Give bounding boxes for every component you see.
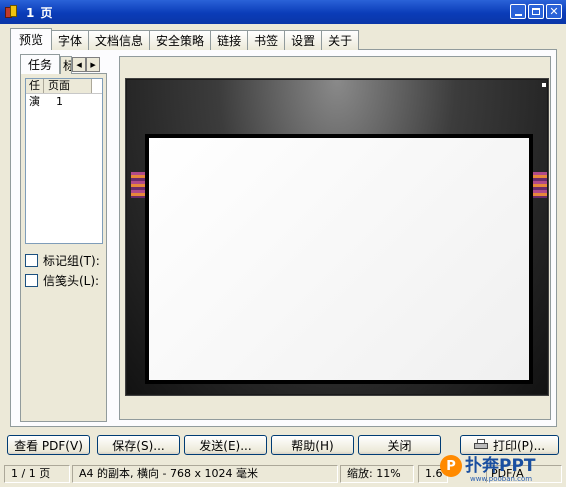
tab-about[interactable]: 关于	[321, 30, 360, 50]
page-preview	[125, 78, 549, 396]
logo-url: www.pooban.com	[470, 475, 533, 483]
markup-group-checkbox[interactable]	[25, 253, 38, 267]
status-paper: A4 的副本, 横向 - 768 x 1024 毫米	[72, 465, 338, 483]
minimize-button[interactable]	[510, 4, 526, 19]
close-icon: ✕	[549, 5, 559, 18]
slide-stripe-right	[531, 172, 547, 198]
subtab-hidden[interactable]: 标	[60, 56, 73, 74]
app-books-icon	[4, 4, 20, 20]
slide-corner	[542, 83, 546, 87]
status-zoom: 缩放: 11%	[340, 465, 414, 483]
title-bar: 1 页 ✕	[0, 0, 566, 24]
task-list[interactable]: 任 页面 演 1	[25, 78, 103, 244]
tab-links[interactable]: 链接	[210, 30, 249, 50]
tab-security[interactable]: 安全策略	[149, 30, 212, 50]
logo-badge-icon: P	[440, 455, 462, 477]
watermark-logo: P 扑奔PPT www.pooban.com	[440, 447, 564, 485]
subtab-task[interactable]: 任务	[20, 54, 61, 74]
minimize-icon	[514, 13, 522, 16]
view-pdf-button[interactable]: 查看 PDF(V)	[7, 435, 90, 455]
window-title: 1 页	[26, 5, 54, 20]
slide-thumbnail	[127, 80, 547, 394]
main-tabs: 预览 字体 文档信息 安全策略 链接 书签 设置 关于	[10, 28, 360, 50]
scroll-left-button[interactable]: ◀	[72, 57, 87, 72]
letterhead-label: 信笺头(L):	[43, 273, 100, 288]
slide-content-card	[145, 134, 533, 384]
maximize-button[interactable]	[528, 4, 544, 19]
sub-tabs: 任务 标 ◀ ▶	[20, 54, 101, 74]
checkbox-group: 标记组(T): 信笺头(L):	[25, 250, 100, 290]
tab-bookmarks[interactable]: 书签	[247, 30, 286, 50]
close-window-button[interactable]: ✕	[546, 4, 562, 19]
letterhead-option[interactable]: 信笺头(L):	[25, 270, 100, 290]
letterhead-checkbox[interactable]	[25, 273, 38, 287]
tab-document-info[interactable]: 文档信息	[88, 30, 151, 50]
list-item[interactable]: 演 1	[26, 94, 102, 109]
scroll-right-button[interactable]: ▶	[86, 57, 101, 72]
column-header-pages[interactable]: 页面	[44, 79, 92, 93]
help-button[interactable]: 帮助(H)	[271, 435, 354, 455]
markup-group-option[interactable]: 标记组(T):	[25, 250, 100, 270]
markup-group-label: 标记组(T):	[43, 253, 100, 268]
tab-preview[interactable]: 预览	[10, 28, 53, 50]
list-header: 任 页面	[26, 79, 102, 94]
status-page: 1 / 1 页	[4, 465, 70, 483]
maximize-icon	[532, 8, 540, 15]
list-item-task: 演	[29, 95, 40, 108]
arrow-left-icon: ◀	[76, 60, 82, 69]
tab-fonts[interactable]: 字体	[51, 30, 90, 50]
tab-settings[interactable]: 设置	[284, 30, 323, 50]
column-header-task[interactable]: 任	[26, 79, 44, 93]
logo-brand: 扑奔PPT	[465, 456, 536, 476]
save-button[interactable]: 保存(S)...	[97, 435, 180, 455]
send-button[interactable]: 发送(E)...	[184, 435, 267, 455]
list-item-pages: 1	[56, 95, 63, 108]
arrow-right-icon: ▶	[90, 60, 96, 69]
close-button[interactable]: 关闭	[358, 435, 441, 455]
